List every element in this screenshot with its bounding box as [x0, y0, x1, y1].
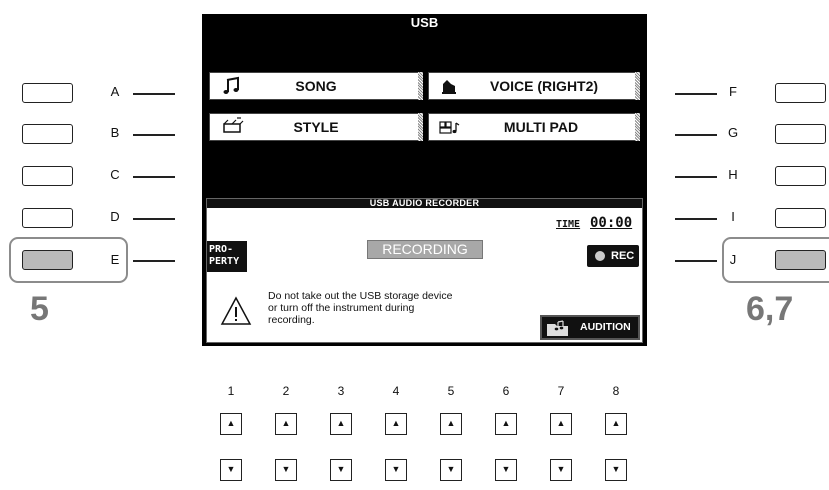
- song-label: SONG: [295, 78, 337, 94]
- warning-text: Do not take out the USB storage device o…: [268, 290, 538, 326]
- panel-button-b[interactable]: [22, 124, 73, 144]
- connector-line: [133, 260, 175, 262]
- up-button[interactable]: ▲: [605, 413, 627, 435]
- down-button[interactable]: ▼: [385, 459, 407, 481]
- up-button[interactable]: ▲: [495, 413, 517, 435]
- lcd-screen: USB SONG STYLE VOICE (RIGHT2) MULTI PAD …: [202, 14, 647, 346]
- multipad-label: MULTI PAD: [503, 119, 579, 135]
- voice-right2-button[interactable]: VOICE (RIGHT2): [428, 72, 640, 100]
- number-label-2: 2: [282, 384, 290, 398]
- down-button[interactable]: ▼: [275, 459, 297, 481]
- number-label-3: 3: [337, 384, 345, 398]
- up-button[interactable]: ▲: [275, 413, 297, 435]
- down-button[interactable]: ▼: [495, 459, 517, 481]
- time-label: TIME: [556, 219, 581, 230]
- panel-button-h[interactable]: [775, 166, 826, 186]
- up-button[interactable]: ▲: [550, 413, 572, 435]
- number-label-8: 8: [612, 384, 620, 398]
- up-button[interactable]: ▲: [220, 413, 242, 435]
- panel-button-i[interactable]: [775, 208, 826, 228]
- button-label-e: E: [110, 252, 120, 267]
- step-number-right: 6,7: [746, 290, 794, 328]
- button-label-f: F: [729, 84, 737, 99]
- connector-line: [133, 93, 175, 95]
- button-label-h: H: [728, 167, 738, 182]
- up-button[interactable]: ▲: [385, 413, 407, 435]
- updown-button-1: ▲ ▼: [220, 413, 242, 484]
- rec-button[interactable]: REC: [587, 245, 639, 267]
- voice-label: VOICE (RIGHT2): [489, 78, 599, 94]
- down-button[interactable]: ▼: [330, 459, 352, 481]
- record-dot-icon: [595, 251, 605, 261]
- step-number-left: 5: [30, 290, 49, 328]
- number-label-5: 5: [447, 384, 455, 398]
- connector-line: [675, 218, 717, 220]
- updown-button-7: ▲ ▼: [550, 413, 572, 484]
- connector-line: [133, 176, 175, 178]
- property-button[interactable]: PRO- PERTY: [207, 241, 247, 272]
- warning-line-2: or turn off the instrument during: [268, 302, 415, 314]
- button-label-c: C: [110, 167, 120, 182]
- song-button[interactable]: SONG: [209, 72, 423, 100]
- rec-label: REC: [611, 250, 635, 262]
- button-label-g: G: [727, 125, 739, 140]
- time-value: 00:00: [590, 215, 633, 231]
- number-label-6: 6: [502, 384, 510, 398]
- warning-line-1: Do not take out the USB storage device: [268, 290, 453, 302]
- panel-button-g[interactable]: [775, 124, 826, 144]
- connector-line: [675, 93, 717, 95]
- updown-button-4: ▲ ▼: [385, 413, 407, 484]
- button-label-a: A: [110, 84, 120, 99]
- number-label-7: 7: [557, 384, 565, 398]
- button-label-d: D: [110, 209, 120, 224]
- down-button[interactable]: ▼: [440, 459, 462, 481]
- down-button[interactable]: ▼: [605, 459, 627, 481]
- audition-label: AUDITION: [580, 321, 631, 333]
- recording-status: RECORDING: [367, 240, 483, 259]
- property-label-line2: PERTY: [209, 256, 240, 267]
- property-label-line1: PRO-: [209, 244, 234, 255]
- down-button[interactable]: ▼: [550, 459, 572, 481]
- panel-button-j[interactable]: [775, 250, 826, 270]
- panel-button-e[interactable]: [22, 250, 73, 270]
- updown-button-3: ▲ ▼: [330, 413, 352, 484]
- number-label-4: 4: [392, 384, 400, 398]
- updown-button-8: ▲ ▼: [605, 413, 627, 484]
- connector-line: [133, 218, 175, 220]
- multi-pad-button[interactable]: MULTI PAD: [428, 113, 640, 141]
- updown-button-6: ▲ ▼: [495, 413, 517, 484]
- connector-line: [675, 176, 717, 178]
- button-label-i: I: [731, 209, 735, 224]
- warning-icon: [220, 296, 252, 325]
- connector-line: [133, 134, 175, 136]
- up-button[interactable]: ▲: [440, 413, 462, 435]
- connector-line: [675, 134, 717, 136]
- panel-button-a[interactable]: [22, 83, 73, 103]
- button-label-j: J: [729, 252, 737, 267]
- style-button[interactable]: STYLE: [209, 113, 423, 141]
- panel-button-f[interactable]: [775, 83, 826, 103]
- folder-music-icon: [547, 320, 568, 336]
- down-button[interactable]: ▼: [220, 459, 242, 481]
- warning-line-3: recording.: [268, 314, 315, 326]
- style-label: STYLE: [293, 119, 339, 135]
- panel-button-d[interactable]: [22, 208, 73, 228]
- connector-line: [675, 260, 717, 262]
- screen-title: USB: [410, 15, 439, 30]
- audition-button[interactable]: AUDITION: [540, 315, 640, 340]
- number-label-1: 1: [227, 384, 235, 398]
- usb-audio-recorder-panel: USB AUDIO RECORDER TIME 00:00 RECORDING …: [206, 198, 643, 343]
- updown-button-5: ▲ ▼: [440, 413, 462, 484]
- up-button[interactable]: ▲: [330, 413, 352, 435]
- updown-button-2: ▲ ▼: [275, 413, 297, 484]
- button-label-b: B: [110, 125, 120, 140]
- panel-button-c[interactable]: [22, 166, 73, 186]
- recorder-header: USB AUDIO RECORDER: [207, 199, 642, 208]
